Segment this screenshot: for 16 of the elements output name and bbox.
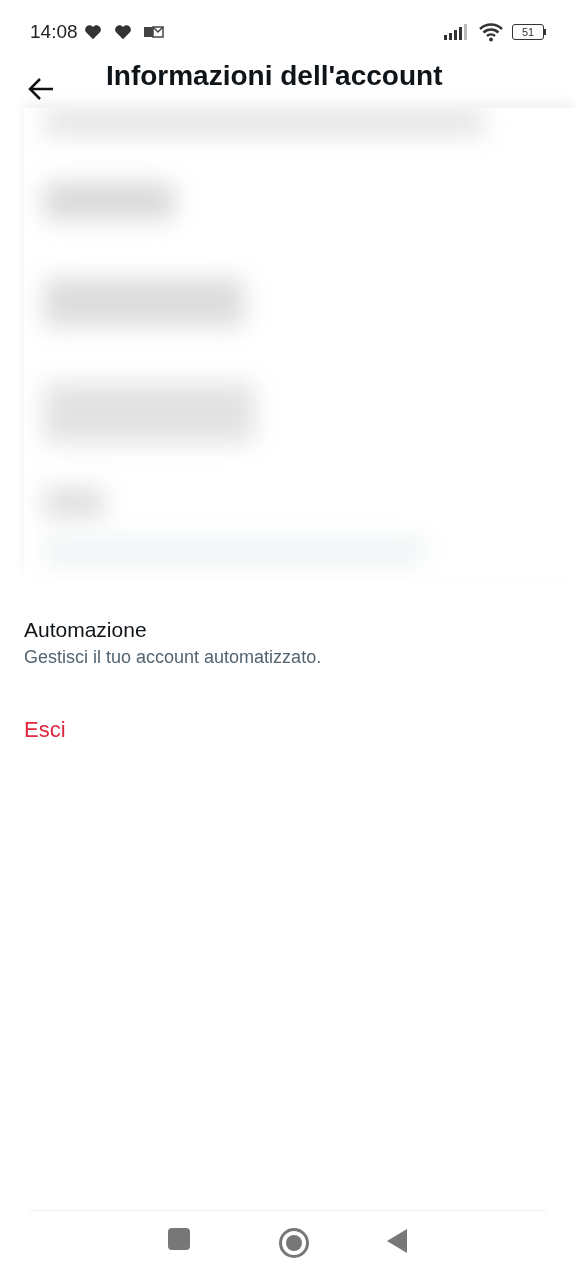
logout-button[interactable]: Esci — [24, 716, 66, 744]
back-nav-icon[interactable] — [385, 1228, 408, 1254]
status-time: 14:08 — [30, 19, 78, 44]
item-title: Automazione — [24, 617, 148, 643]
settings-item[interactable]: Automazione Gestisci il tuo account automatizzato. — [24, 612, 552, 674]
heart-icon — [113, 24, 132, 40]
back-arrow-icon — [27, 77, 55, 101]
mail-app-icon — [143, 25, 164, 39]
heart-icon — [83, 24, 102, 40]
home-button[interactable] — [279, 1228, 309, 1258]
battery-icon: 51 — [512, 24, 546, 40]
wifi-icon — [478, 22, 504, 42]
recents-button[interactable] — [168, 1228, 191, 1250]
signal-icon — [444, 24, 470, 40]
item-description: Gestisci il tuo account automatizzato. — [24, 646, 323, 669]
page-title: Informazioni dell'account — [106, 62, 443, 90]
